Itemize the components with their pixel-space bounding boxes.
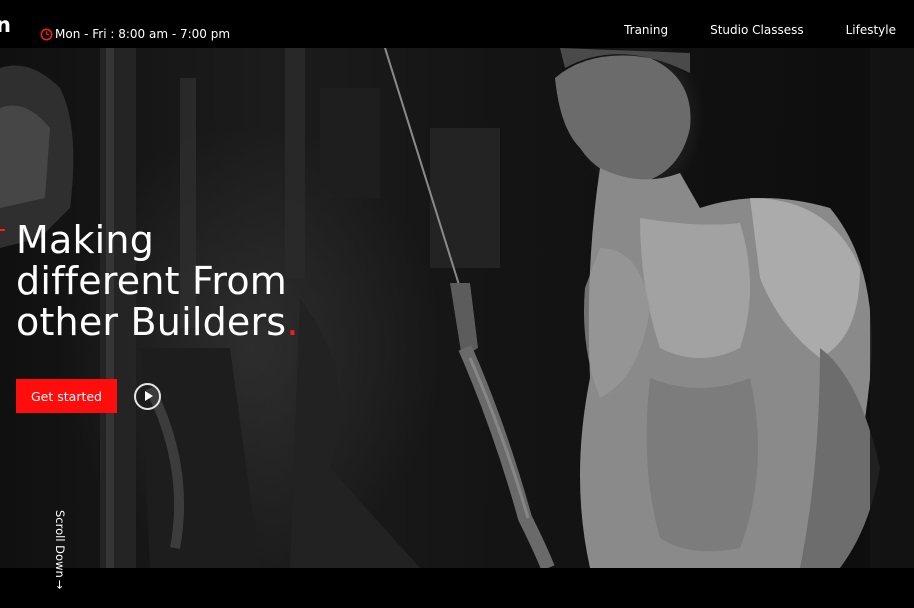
headline-line-1: Making bbox=[16, 218, 155, 262]
arrow-right-icon: → bbox=[53, 579, 67, 590]
get-started-button[interactable]: Get started bbox=[16, 379, 117, 413]
headline-accent-dash bbox=[0, 229, 5, 231]
headline-line-3-text: other Builders bbox=[16, 300, 287, 344]
clock-icon bbox=[40, 28, 53, 40]
play-video-button[interactable] bbox=[134, 382, 161, 410]
logo[interactable]: n bbox=[0, 15, 11, 36]
headline-dot: . bbox=[286, 300, 299, 344]
nav-item-training[interactable]: Traning bbox=[624, 23, 668, 37]
scroll-down-link[interactable]: Scroll Down → bbox=[53, 510, 67, 590]
cta-row: Get started bbox=[16, 379, 161, 413]
opening-hours: Mon - Fri : 8:00 am - 7:00 pm bbox=[40, 27, 230, 41]
top-bar: n Mon - Fri : 8:00 am - 7:00 pm Traning … bbox=[0, 0, 914, 48]
bottom-bar bbox=[0, 568, 914, 608]
main-nav: Traning Studio Classess Lifestyle bbox=[624, 23, 896, 37]
nav-item-lifestyle[interactable]: Lifestyle bbox=[846, 23, 896, 37]
hero-section: Making different From other Builders. Ge… bbox=[0, 48, 914, 568]
nav-item-studio-classes[interactable]: Studio Classess bbox=[710, 23, 804, 37]
opening-hours-text: Mon - Fri : 8:00 am - 7:00 pm bbox=[55, 27, 231, 41]
scroll-down-label: Scroll Down bbox=[53, 510, 67, 578]
hero-headline: Making different From other Builders. bbox=[16, 220, 299, 343]
page: n Mon - Fri : 8:00 am - 7:00 pm Traning … bbox=[0, 0, 914, 608]
headline-line-3: other Builders. bbox=[16, 302, 299, 343]
play-icon bbox=[144, 391, 153, 401]
headline-line-2: different From bbox=[16, 259, 287, 303]
